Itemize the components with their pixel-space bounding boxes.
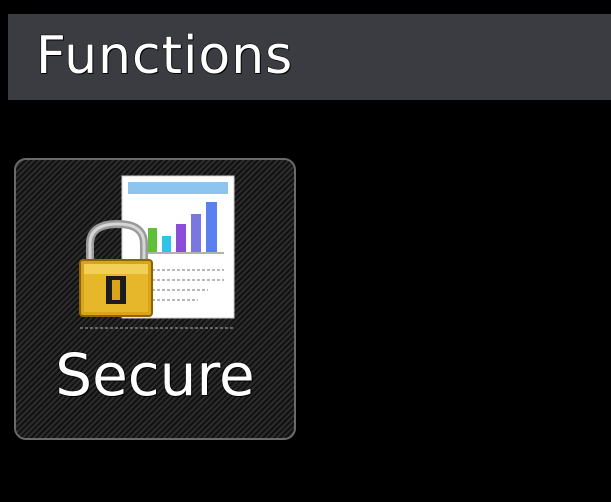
header-bar: Functions <box>8 14 611 100</box>
lcd-screen: Functions Secure <box>0 0 611 502</box>
page-title: Functions <box>35 26 294 87</box>
secure-print-lock-icon <box>78 174 238 334</box>
secure-tile-label: Secure <box>55 341 255 410</box>
secure-function-tile[interactable]: Secure <box>14 158 296 440</box>
